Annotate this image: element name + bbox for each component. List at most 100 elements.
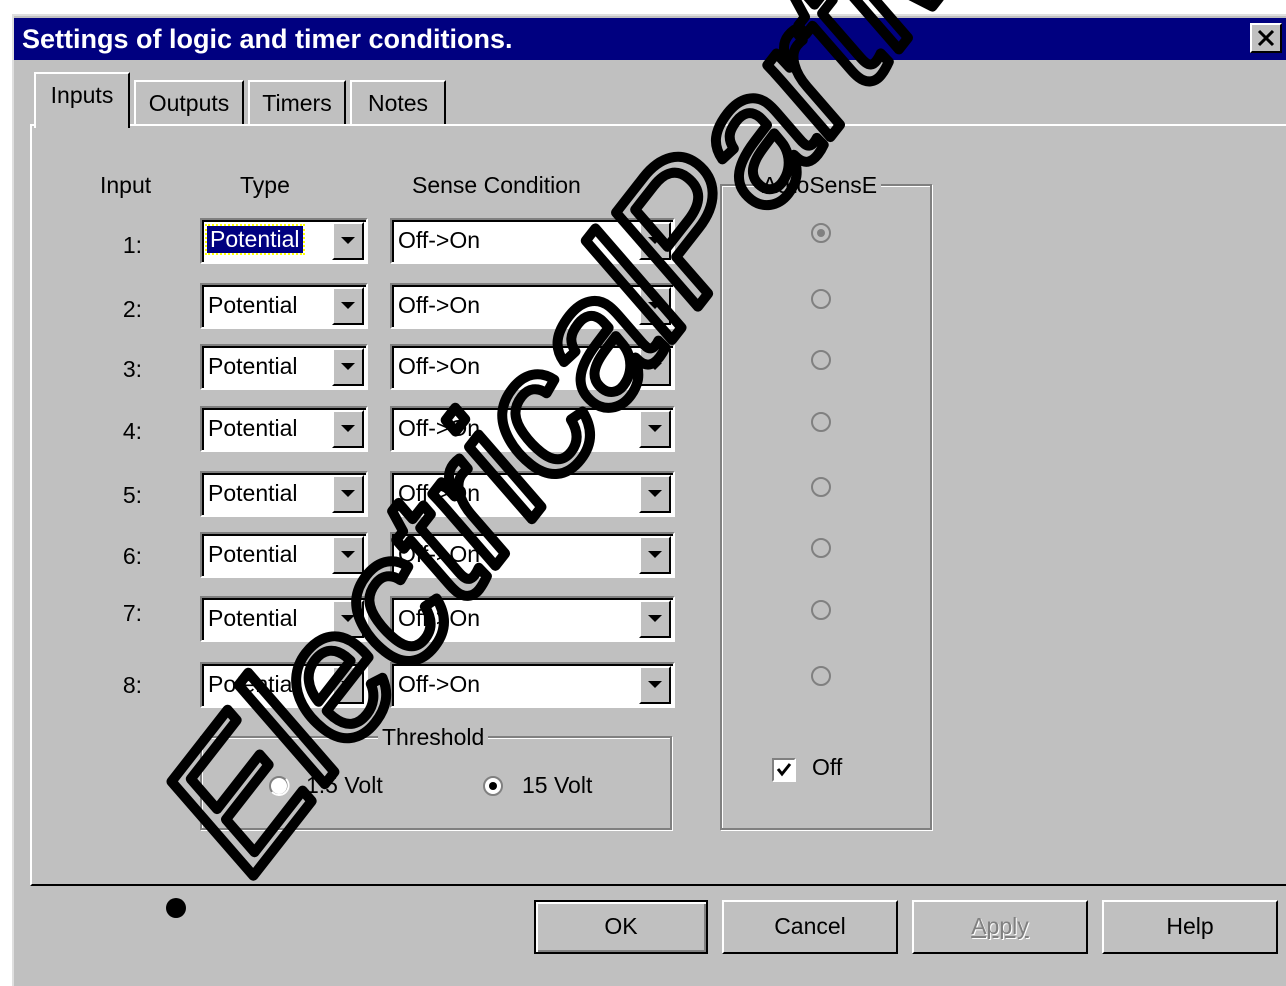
chevron-down-icon: [341, 363, 355, 370]
dropdown-button[interactable]: [639, 287, 671, 325]
autosense-radio-2[interactable]: [810, 288, 832, 310]
header-type: Type: [240, 172, 290, 198]
cancel-button[interactable]: Cancel: [722, 900, 898, 954]
type-value: Potential: [208, 605, 298, 631]
input-row-label: 2:: [122, 296, 142, 322]
type-value: Potential: [208, 292, 298, 318]
type-select-5[interactable]: Potential: [200, 471, 368, 517]
dropdown-button[interactable]: [639, 536, 671, 574]
type-select-4[interactable]: Potential: [200, 406, 368, 452]
radio-1-5-volt-label: 1.5 Volt: [306, 772, 383, 798]
threshold-title: Threshold: [378, 724, 489, 751]
input-row-label: 6:: [122, 543, 142, 569]
dropdown-button[interactable]: [639, 222, 671, 260]
dropdown-button[interactable]: [332, 600, 364, 638]
chevron-down-icon: [648, 363, 662, 370]
chevron-down-icon: [648, 551, 662, 558]
sense-value: Off->On: [398, 353, 481, 379]
autosense-off-label: Off: [812, 754, 843, 780]
apply-button-label: Apply: [971, 913, 1029, 939]
sense-select-8[interactable]: Off->On: [390, 662, 675, 708]
type-select-1[interactable]: Potential: [200, 218, 368, 264]
help-button-label: Help: [1166, 913, 1214, 939]
sense-value: Off->On: [398, 671, 481, 697]
sense-value: Off->On: [398, 227, 481, 253]
autosense-radio-5[interactable]: [810, 476, 832, 498]
autosense-off-checkbox[interactable]: [772, 758, 796, 782]
sense-select-2[interactable]: Off->On: [390, 283, 675, 329]
dropdown-button[interactable]: [332, 536, 364, 574]
dropdown-button[interactable]: [639, 666, 671, 704]
type-value: Potential: [205, 224, 305, 255]
autosense-radio-3[interactable]: [810, 349, 832, 371]
autosense-title: AutoSensE: [758, 172, 882, 199]
input-row-label: 7:: [122, 600, 142, 626]
sense-select-5[interactable]: Off->On: [390, 471, 675, 517]
chevron-down-icon: [341, 425, 355, 432]
autosense-radio-8[interactable]: [810, 665, 832, 687]
radio-15-volt[interactable]: [482, 775, 504, 797]
type-value: Potential: [208, 480, 298, 506]
input-row-label: 4:: [122, 418, 142, 444]
dropdown-button[interactable]: [639, 475, 671, 513]
type-select-6[interactable]: Potential: [200, 532, 368, 578]
chevron-down-icon: [341, 551, 355, 558]
dropdown-button[interactable]: [639, 600, 671, 638]
type-select-2[interactable]: Potential: [200, 283, 368, 329]
dropdown-button[interactable]: [332, 222, 364, 260]
sense-value: Off->On: [398, 415, 481, 441]
input-row-label: 8:: [122, 672, 142, 698]
input-row-label: 3:: [122, 356, 142, 382]
dropdown-button[interactable]: [639, 410, 671, 448]
autosense-radio-7[interactable]: [810, 599, 832, 621]
header-input: Input: [100, 172, 152, 198]
chevron-down-icon: [341, 237, 355, 244]
chevron-down-icon: [648, 425, 662, 432]
sense-value: Off->On: [398, 480, 481, 506]
sense-select-7[interactable]: Off->On: [390, 596, 675, 642]
cancel-button-label: Cancel: [774, 913, 846, 939]
sense-value: Off->On: [398, 541, 481, 567]
sense-select-6[interactable]: Off->On: [390, 532, 675, 578]
dropdown-button[interactable]: [332, 287, 364, 325]
type-select-7[interactable]: Potential: [200, 596, 368, 642]
sense-select-4[interactable]: Off->On: [390, 406, 675, 452]
ok-button[interactable]: OK: [534, 900, 708, 954]
type-value: Potential: [208, 671, 298, 697]
type-select-3[interactable]: Potential: [200, 344, 368, 390]
chevron-down-icon: [648, 237, 662, 244]
dropdown-button[interactable]: [639, 348, 671, 386]
chevron-down-icon: [341, 681, 355, 688]
autosense-radio-6[interactable]: [810, 537, 832, 559]
input-row-label: 5:: [122, 482, 142, 508]
radio-15-volt-label: 15 Volt: [522, 772, 593, 798]
input-row-label: 1:: [122, 232, 142, 258]
chevron-down-icon: [648, 615, 662, 622]
chevron-down-icon: [341, 302, 355, 309]
header-sense-condition: Sense Condition: [412, 172, 581, 198]
apply-button[interactable]: Apply: [912, 900, 1088, 954]
chevron-down-icon: [648, 490, 662, 497]
sense-select-1[interactable]: Off->On: [390, 218, 675, 264]
dropdown-button[interactable]: [332, 410, 364, 448]
autosense-radio-4[interactable]: [810, 411, 832, 433]
type-select-8[interactable]: Potential: [200, 662, 368, 708]
dropdown-button[interactable]: [332, 666, 364, 704]
chevron-down-icon: [648, 681, 662, 688]
autosense-radio-1[interactable]: [810, 222, 832, 244]
sense-select-3[interactable]: Off->On: [390, 344, 675, 390]
dropdown-button[interactable]: [332, 475, 364, 513]
sense-value: Off->On: [398, 605, 481, 631]
chevron-down-icon: [341, 490, 355, 497]
type-value: Potential: [208, 353, 298, 379]
check-icon: [776, 763, 792, 777]
type-value: Potential: [208, 415, 298, 441]
chevron-down-icon: [648, 302, 662, 309]
radio-1-5-volt[interactable]: [268, 775, 290, 797]
chevron-down-icon: [341, 615, 355, 622]
ok-button-label: OK: [604, 913, 638, 939]
help-button[interactable]: Help: [1102, 900, 1278, 954]
type-value: Potential: [208, 541, 298, 567]
autosense-group: [720, 184, 932, 830]
dropdown-button[interactable]: [332, 348, 364, 386]
